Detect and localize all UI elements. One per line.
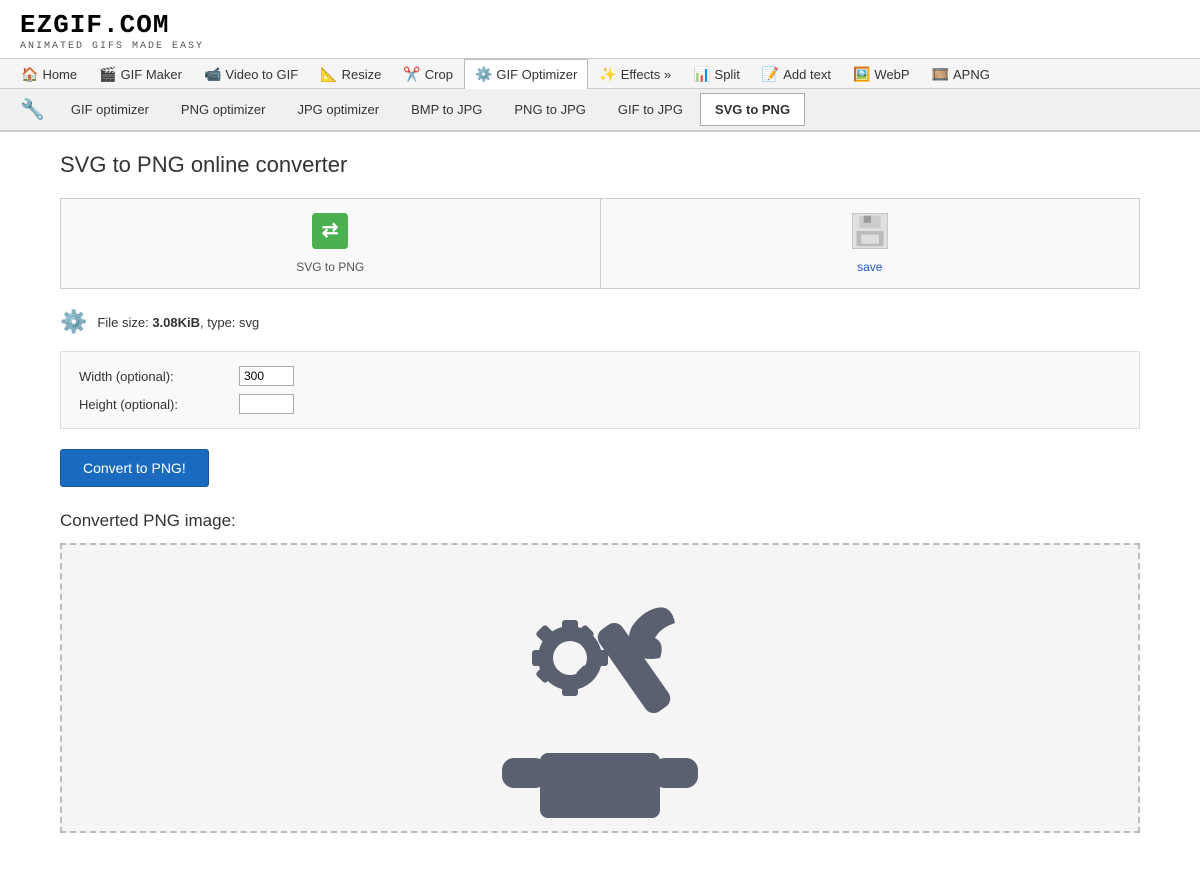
- logo-sub: ANIMATED GIFS MADE EASY: [20, 41, 1180, 52]
- subnav-bmp-to-jpg[interactable]: BMP to JPG: [396, 93, 497, 126]
- nav-effects-label: Effects »: [621, 67, 671, 82]
- page-title: SVG to PNG online converter: [60, 152, 1140, 178]
- convert-button[interactable]: Convert to PNG!: [60, 449, 209, 487]
- width-label: Width (optional):: [79, 369, 239, 384]
- subnav-gif-to-jpg[interactable]: GIF to JPG: [603, 93, 698, 126]
- nav-gif-maker-label: GIF Maker: [121, 67, 182, 82]
- split-icon: 📊: [693, 66, 710, 83]
- height-label: Height (optional):: [79, 397, 239, 412]
- logo-main: EZGIF.COM: [20, 10, 1180, 40]
- nav-video-to-gif-label: Video to GIF: [225, 67, 298, 82]
- nav-add-text-label: Add text: [783, 67, 831, 82]
- nav-crop-label: Crop: [425, 67, 453, 82]
- converted-image-area: [60, 543, 1140, 833]
- video-to-gif-icon: 📹: [204, 66, 221, 83]
- nav-split-label: Split: [715, 67, 740, 82]
- apng-icon: 🎞️: [932, 66, 949, 83]
- options-box: Width (optional): Height (optional):: [60, 351, 1140, 429]
- nav-home[interactable]: 🏠 Home: [10, 59, 88, 89]
- subnav-svg-to-png[interactable]: SVG to PNG: [700, 93, 805, 126]
- action-bar: ⇄ SVG to PNG save: [60, 198, 1140, 289]
- subnav-png-to-jpg[interactable]: PNG to JPG: [499, 93, 601, 126]
- file-size-text: File size: 3.08KiB, type: svg: [97, 315, 259, 330]
- nav-add-text[interactable]: 📝 Add text: [751, 59, 842, 89]
- converted-section-title: Converted PNG image:: [60, 511, 1140, 531]
- file-icon: ⚙️: [60, 309, 87, 335]
- svg-to-png-icon: ⇄: [312, 213, 348, 256]
- logo[interactable]: EZGIF.COM ANIMATED GIFS MADE EASY: [20, 10, 1180, 52]
- nav-effects[interactable]: ✨ Effects »: [588, 59, 682, 89]
- nav-apng[interactable]: 🎞️ APNG: [921, 59, 1001, 89]
- effects-icon: ✨: [599, 66, 616, 83]
- nav-webp-label: WebP: [874, 67, 909, 82]
- nav-apng-label: APNG: [953, 67, 990, 82]
- nav-crop[interactable]: ✂️ Crop: [392, 59, 464, 89]
- width-row: Width (optional):: [79, 366, 1121, 386]
- subnav-logo: 🔧: [10, 89, 55, 130]
- svg-to-png-button[interactable]: ⇄ SVG to PNG: [61, 199, 601, 288]
- resize-icon: 📐: [320, 66, 337, 83]
- gif-optimizer-icon: ⚙️: [475, 66, 492, 83]
- save-button[interactable]: save: [601, 199, 1140, 288]
- svg-text:⇄: ⇄: [322, 219, 339, 241]
- crop-icon: ✂️: [403, 66, 420, 83]
- save-icon: [852, 213, 888, 256]
- height-row: Height (optional):: [79, 394, 1121, 414]
- nav-gif-optimizer-label: GIF Optimizer: [496, 67, 577, 82]
- nav-split[interactable]: 📊 Split: [682, 59, 751, 89]
- nav-resize[interactable]: 📐 Resize: [309, 59, 392, 89]
- add-text-icon: 📝: [762, 66, 779, 83]
- nav-gif-maker[interactable]: 🎬 GIF Maker: [88, 59, 193, 89]
- nav-video-to-gif[interactable]: 📹 Video to GIF: [193, 59, 309, 89]
- home-icon: 🏠: [21, 66, 38, 83]
- width-input[interactable]: [239, 366, 294, 386]
- nav-home-label: Home: [42, 67, 77, 82]
- subnav-gif-optimizer[interactable]: GIF optimizer: [56, 93, 164, 126]
- height-input[interactable]: [239, 394, 294, 414]
- webp-icon: 🖼️: [853, 66, 870, 83]
- gif-maker-icon: 🎬: [99, 66, 116, 83]
- tools-image: [460, 558, 740, 818]
- file-size-value: 3.08KiB: [152, 315, 200, 330]
- nav-resize-label: Resize: [342, 67, 382, 82]
- file-info-area: ⚙️ File size: 3.08KiB, type: svg: [60, 309, 1140, 335]
- nav-gif-optimizer[interactable]: ⚙️ GIF Optimizer: [464, 59, 588, 89]
- nav-webp[interactable]: 🖼️ WebP: [842, 59, 921, 89]
- save-label: save: [857, 260, 882, 274]
- svg-to-png-label: SVG to PNG: [296, 260, 364, 274]
- subnav-png-optimizer[interactable]: PNG optimizer: [166, 93, 281, 126]
- subnav-jpg-optimizer[interactable]: JPG optimizer: [282, 93, 394, 126]
